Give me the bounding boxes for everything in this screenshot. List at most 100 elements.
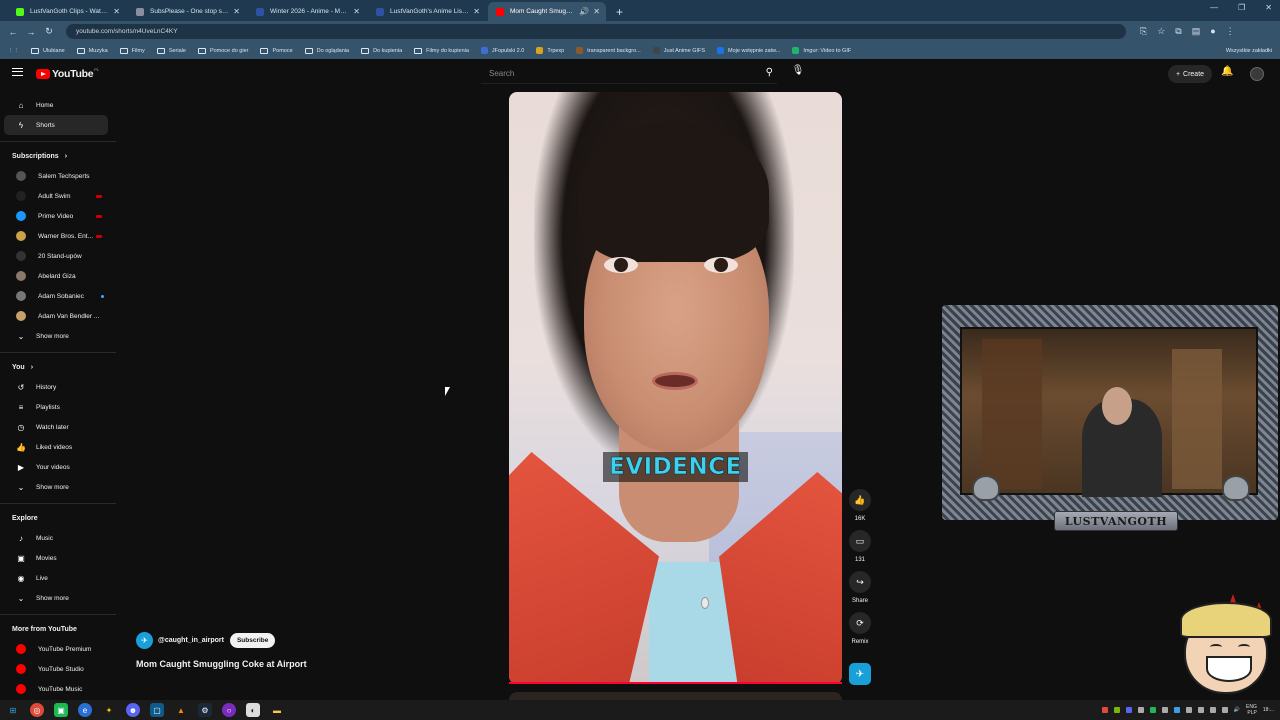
sidebar-item-youtube-music[interactable]: YouTube Music <box>4 679 108 699</box>
sidebar-item-liked-videos[interactable]: 👍 Liked videos <box>4 437 108 457</box>
you-show-more[interactable]: ⌄ Show more <box>4 477 108 497</box>
discord-icon[interactable]: ☻ <box>126 703 140 717</box>
tray-icon[interactable] <box>1209 707 1216 713</box>
tray-icon[interactable] <box>1149 707 1156 713</box>
sidebar-item-playlists[interactable]: ≡ Playlists <box>4 397 108 417</box>
sidebar-item-home[interactable]: ⌂ Home <box>4 95 108 115</box>
windows-start-icon[interactable]: ⊞ <box>6 703 20 717</box>
like-button[interactable]: 👍 16K <box>848 489 872 522</box>
sidebar-item-your-videos[interactable]: ▶ Your videos <box>4 457 108 477</box>
extensions-icon[interactable]: ⧉ <box>1175 26 1181 37</box>
subscriptions-heading[interactable]: Subscriptions › <box>0 146 116 166</box>
comments-button[interactable]: ▭ 131 <box>848 530 872 563</box>
tray-icon[interactable] <box>1185 707 1192 713</box>
subscriptions-show-more[interactable]: ⌄ Show more <box>4 326 108 346</box>
browser-tab[interactable]: LustVanGoth Clips - Watch Live ✕ <box>8 2 126 21</box>
sidepanel-icon[interactable]: ▤ <box>1192 26 1201 37</box>
sidebar-item-live[interactable]: ◉ Live <box>4 568 108 588</box>
maximize-icon[interactable]: ❐ <box>1238 3 1245 12</box>
star-icon[interactable]: ☆ <box>1157 26 1165 37</box>
forward-icon[interactable]: → <box>24 25 38 39</box>
chrome-icon[interactable]: ◎ <box>30 703 44 717</box>
channel-name[interactable]: @caught_in_airport <box>158 637 224 644</box>
sidebar-item-youtube-premium[interactable]: YouTube Premium <box>4 639 108 659</box>
sidebar-item-subscription[interactable]: Adult Swim <box>4 186 108 206</box>
search-input[interactable]: Search <box>489 69 514 78</box>
tray-icon[interactable] <box>1173 707 1180 713</box>
edge-icon[interactable]: e <box>78 703 92 717</box>
bookmark-item[interactable]: Do oglądania <box>304 47 349 54</box>
all-bookmarks[interactable]: Wszystkie zakładki <box>1226 48 1272 54</box>
you-heading[interactable]: You › <box>0 357 116 377</box>
bookmark-item[interactable]: Muzyka <box>76 47 108 54</box>
sidebar-item-history[interactable]: ↺ History <box>4 377 108 397</box>
new-tab-button[interactable]: + <box>608 2 631 21</box>
minimize-icon[interactable]: — <box>1210 3 1218 12</box>
bookmark-item[interactable]: Pomoce <box>260 47 293 54</box>
guide-menu-icon[interactable] <box>12 68 23 76</box>
tray-icon[interactable] <box>1197 707 1204 713</box>
app-icon[interactable]: ◐ <box>246 703 260 717</box>
video-title[interactable]: Mom Caught Smuggling Coke at Airport <box>136 659 476 669</box>
apps-icon[interactable]: ⋮⋮ <box>8 48 19 54</box>
sidebar-item-subscription[interactable]: Adam Sobaniec <box>4 286 108 306</box>
create-button[interactable]: + Create <box>1168 65 1212 83</box>
clock[interactable]: 18:... <box>1263 707 1274 713</box>
sidebar-item-subscription[interactable]: Prime Video <box>4 206 108 226</box>
menu-dots-icon[interactable]: ⋮ <box>1226 26 1235 37</box>
app-icon[interactable]: ▢ <box>150 703 164 717</box>
share-button[interactable]: ↪ Share <box>848 571 872 604</box>
steam-icon[interactable]: ⚙ <box>198 703 212 717</box>
sidebar-item-subscription[interactable]: 20 Stand-upów <box>4 246 108 266</box>
sound-source-avatar[interactable]: ✈ <box>849 663 871 685</box>
bookmark-item[interactable]: Filmy do kupienia <box>414 47 469 54</box>
obs-icon[interactable]: ○ <box>222 703 236 717</box>
search-icon[interactable]: ⚲ <box>766 67 773 78</box>
speaker-icon[interactable]: 🔊 <box>579 7 589 16</box>
close-tab-icon[interactable]: ✕ <box>113 7 120 16</box>
bookmark-item[interactable]: Do kupienia <box>361 47 402 54</box>
bookmark-item[interactable]: Trpexp <box>536 47 564 54</box>
bookmark-item[interactable]: Just Anime GIFS <box>652 47 705 54</box>
address-bar[interactable]: youtube.com/shorts/n4UveLnC4KY <box>66 24 1126 39</box>
reload-icon[interactable]: ↻ <box>42 25 56 39</box>
browser-tab[interactable]: LustVanGoth's Anime List - My ✕ <box>368 2 486 21</box>
short-video-player[interactable]: EVIDENCE <box>509 92 842 684</box>
tray-icon[interactable] <box>1161 707 1168 713</box>
browser-tab[interactable]: Mom Caught Smuggling Co 🔊 ✕ <box>488 2 606 21</box>
sidebar-item-watch-later[interactable]: ◷ Watch later <box>4 417 108 437</box>
notifications-bell-icon[interactable]: 🔔 <box>1221 66 1233 77</box>
bookmark-item[interactable]: Imgur: Video to GIF <box>792 47 851 54</box>
sidebar-item-subscription[interactable]: Abelard Giza <box>4 266 108 286</box>
youtube-logo[interactable]: YouTube PL <box>36 67 99 80</box>
account-avatar[interactable] <box>1250 67 1264 81</box>
tray-icon[interactable] <box>1221 707 1228 713</box>
browser-tab[interactable]: Winter 2026 - Anime - MyAnim ✕ <box>248 2 366 21</box>
sidebar-item-movies[interactable]: ▣ Movies <box>4 548 108 568</box>
search-box[interactable]: Search ⚲ <box>481 64 777 84</box>
next-short-preview[interactable] <box>509 692 842 700</box>
app-icon[interactable]: ✦ <box>102 703 116 717</box>
profile-icon[interactable]: ● <box>1210 26 1215 37</box>
sidebar-item-subscription[interactable]: Adam Van Bendler ... <box>4 306 108 326</box>
file-explorer-icon[interactable]: ▬ <box>270 703 284 717</box>
app-icon[interactable]: ▣ <box>54 703 68 717</box>
channel-avatar[interactable]: ✈ <box>136 632 153 649</box>
sidebar-item-subscription[interactable]: Warner Bros. Ent... <box>4 226 108 246</box>
tray-icon[interactable] <box>1113 707 1120 713</box>
bookmark-item[interactable]: Filmy <box>119 47 145 54</box>
bookmark-item[interactable]: Pomoce do gier <box>197 47 248 54</box>
bookmark-item[interactable]: transparent backgro... <box>576 47 641 54</box>
subscribe-button[interactable]: Subscribe <box>229 633 276 648</box>
remix-button[interactable]: ⟳ Remix <box>848 612 872 645</box>
bookmark-item[interactable]: Seriale <box>156 47 186 54</box>
speaker-icon[interactable]: 🔊 <box>1234 707 1240 713</box>
close-tab-icon[interactable]: ✕ <box>593 7 600 16</box>
close-window-icon[interactable]: ✕ <box>1265 3 1272 12</box>
tray-icon[interactable] <box>1101 707 1108 713</box>
tray-icon[interactable] <box>1125 707 1132 713</box>
sidebar-item-subscription[interactable]: Salem Techsperts <box>4 166 108 186</box>
close-tab-icon[interactable]: ✕ <box>233 7 240 16</box>
cast-icon[interactable]: ⎘ <box>1140 26 1147 37</box>
browser-tab[interactable]: SubsPlease - One stop shop for✕ <box>128 2 246 21</box>
